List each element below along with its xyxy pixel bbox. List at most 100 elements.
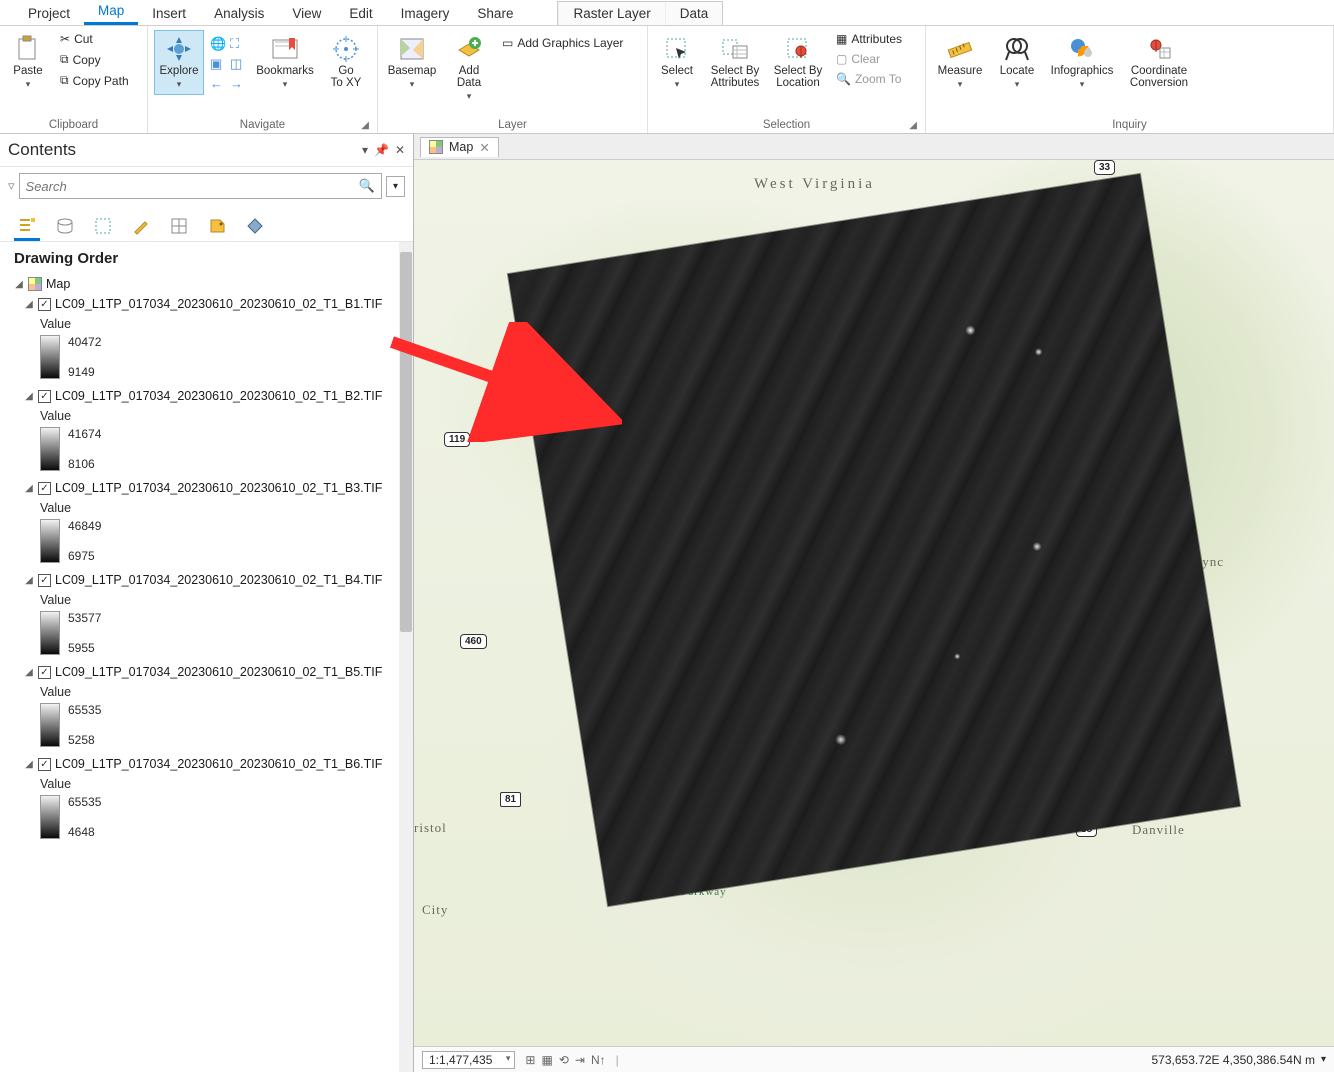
go-to-xy-button[interactable]: Go To XY	[324, 30, 368, 94]
chevron-down-icon[interactable]: ▾	[362, 143, 368, 157]
tab-raster-layer[interactable]: Raster Layer	[558, 2, 664, 25]
search-input[interactable]	[26, 179, 355, 194]
map-node[interactable]: ◢ Map	[14, 275, 409, 293]
layer-row[interactable]: ◢ ✓ LC09_L1TP_017034_20230610_20230610_0…	[14, 571, 409, 589]
layer-row[interactable]: ◢ ✓ LC09_L1TP_017034_20230610_20230610_0…	[14, 663, 409, 681]
expand-icon[interactable]: ◢	[24, 483, 34, 494]
tab-imagery[interactable]: Imagery	[387, 2, 464, 25]
dialog-launcher-icon[interactable]: ◢	[361, 120, 369, 131]
close-icon[interactable]: ✕	[395, 143, 405, 157]
visibility-checkbox[interactable]: ✓	[38, 666, 51, 679]
visibility-checkbox[interactable]: ✓	[38, 482, 51, 495]
hwy-33: 33	[1094, 160, 1115, 175]
list-by-source-button[interactable]	[52, 211, 78, 241]
search-icon[interactable]: 🔍	[359, 178, 375, 194]
expand-icon[interactable]: ◢	[14, 279, 24, 290]
list-by-perspective-button[interactable]	[242, 211, 268, 241]
add-graphics-layer-button[interactable]: ▭Add Graphics Layer	[498, 34, 627, 52]
layer-row[interactable]: ◢ ✓ LC09_L1TP_017034_20230610_20230610_0…	[14, 295, 409, 313]
dialog-launcher-icon[interactable]: ◢	[909, 120, 917, 131]
color-ramp	[40, 335, 60, 379]
map-canvas[interactable]: West Virginia Charleston Monongahela Nat…	[414, 160, 1334, 1046]
tool-icon[interactable]: ⊞	[525, 1053, 535, 1067]
tab-insert[interactable]: Insert	[138, 2, 200, 25]
bookmarks-icon	[271, 35, 299, 63]
locate-button[interactable]: Locate▾	[994, 30, 1040, 95]
layer-row[interactable]: ◢ ✓ LC09_L1TP_017034_20230610_20230610_0…	[14, 479, 409, 497]
tab-share[interactable]: Share	[463, 2, 527, 25]
select-by-location-button[interactable]: Select By Location	[770, 30, 826, 94]
paste-button[interactable]: Paste▾	[6, 30, 50, 95]
search-input-wrapper[interactable]: 🔍	[19, 173, 382, 199]
bookmarks-button[interactable]: Bookmarks▾	[252, 30, 318, 95]
search-dropdown-icon[interactable]: ▾	[386, 176, 405, 197]
close-icon[interactable]: ✕	[479, 140, 489, 155]
layer-extent-icon[interactable]: ◫	[230, 56, 246, 72]
label-city: City	[422, 902, 448, 918]
copy-button[interactable]: ⧉Copy	[56, 50, 133, 69]
filter-icon[interactable]: ▿	[8, 178, 15, 194]
list-by-drawing-order-button[interactable]	[14, 211, 40, 241]
expand-icon[interactable]: ◢	[24, 667, 34, 678]
scrollbar-track[interactable]	[399, 242, 413, 1072]
tab-edit[interactable]: Edit	[335, 2, 386, 25]
tab-data[interactable]: Data	[665, 2, 723, 25]
visibility-checkbox[interactable]: ✓	[38, 758, 51, 771]
list-by-editing-button[interactable]	[128, 211, 154, 241]
expand-icon[interactable]: ◢	[24, 759, 34, 770]
map-icon	[28, 277, 42, 291]
layer-name-label: LC09_L1TP_017034_20230610_20230610_02_T1…	[55, 389, 382, 403]
tool-icon[interactable]: ⇥	[575, 1053, 585, 1067]
prev-extent-icon[interactable]: ←	[210, 76, 226, 92]
explore-button[interactable]: Explore▾	[154, 30, 204, 95]
expand-icon[interactable]: ◢	[24, 391, 34, 402]
next-extent-icon[interactable]: →	[230, 76, 246, 92]
clear-button[interactable]: ▢Clear	[832, 50, 906, 68]
add-data-button[interactable]: Add Data▾	[446, 30, 492, 107]
list-by-snapping-button[interactable]	[166, 211, 192, 241]
status-bar: 1:1,477,435 ⊞ ▦ ⟲ ⇥ N↑ | 573,653.72E 4,3…	[414, 1046, 1334, 1072]
coordinate-conversion-button[interactable]: Coordinate Conversion	[1124, 30, 1194, 94]
expand-icon[interactable]: ◢	[24, 299, 34, 310]
extent-icon[interactable]: ⛶	[230, 36, 246, 52]
coordinates-display: 573,653.72E 4,350,386.54N m	[1152, 1053, 1315, 1067]
scrollbar-thumb[interactable]	[400, 252, 412, 632]
pin-icon[interactable]: 📌	[374, 143, 389, 157]
graphics-layer-icon: ▭	[502, 36, 513, 50]
list-by-selection-button[interactable]	[90, 211, 116, 241]
map-view-tab[interactable]: Map ✕	[420, 137, 499, 157]
infographics-button[interactable]: Infographics▾	[1046, 30, 1118, 95]
visibility-checkbox[interactable]: ✓	[38, 574, 51, 587]
globe-icon[interactable]: 🌐	[210, 36, 226, 52]
visibility-checkbox[interactable]: ✓	[38, 298, 51, 311]
basemap-button[interactable]: Basemap▾	[384, 30, 440, 95]
contents-title: Contents	[8, 140, 76, 160]
visibility-checkbox[interactable]: ✓	[38, 390, 51, 403]
tool-icon[interactable]: ▦	[541, 1053, 552, 1067]
layer-item: ◢ ✓ LC09_L1TP_017034_20230610_20230610_0…	[14, 479, 409, 563]
chevron-down-icon[interactable]: ▾	[1321, 1054, 1326, 1065]
attributes-button[interactable]: ▦Attributes	[832, 30, 906, 48]
tab-map[interactable]: Map	[84, 0, 138, 25]
tab-analysis[interactable]: Analysis	[200, 2, 278, 25]
tool-icon[interactable]: N↑	[591, 1053, 606, 1067]
color-ramp	[40, 611, 60, 655]
select-by-attributes-button[interactable]: Select By Attributes	[706, 30, 764, 94]
group-label-layer: Layer	[384, 117, 641, 133]
tool-icon[interactable]: ⟲	[559, 1053, 569, 1067]
zoom-sel-icon[interactable]: ▣	[210, 56, 226, 72]
zoom-to-button[interactable]: 🔍Zoom To	[832, 70, 906, 88]
layer-row[interactable]: ◢ ✓ LC09_L1TP_017034_20230610_20230610_0…	[14, 755, 409, 773]
measure-button[interactable]: Measure▾	[932, 30, 988, 95]
layer-row[interactable]: ◢ ✓ LC09_L1TP_017034_20230610_20230610_0…	[14, 387, 409, 405]
select-button[interactable]: Select▾	[654, 30, 700, 95]
cut-button[interactable]: ✂Cut	[56, 30, 133, 48]
copy-path-button[interactable]: ⧉Copy Path	[56, 71, 133, 90]
tab-project[interactable]: Project	[14, 2, 84, 25]
expand-icon[interactable]: ◢	[24, 575, 34, 586]
list-by-labeling-button[interactable]	[204, 211, 230, 241]
scale-input[interactable]: 1:1,477,435	[422, 1051, 515, 1069]
tab-view[interactable]: View	[278, 2, 335, 25]
value-label: Value	[40, 685, 409, 699]
toc-toolbar	[0, 205, 413, 242]
